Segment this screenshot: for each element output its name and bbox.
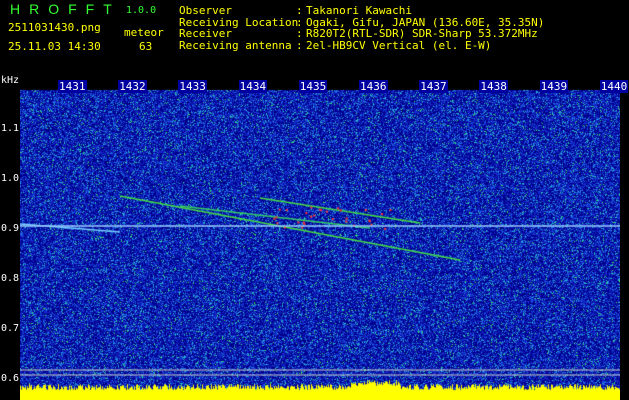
file-name: 2511031430.png	[8, 22, 101, 34]
app-title: HROFFT	[10, 3, 121, 15]
x-tick-label: 1437	[419, 80, 448, 93]
spectrogram-waterfall	[20, 78, 620, 400]
unit-label: kHz	[1, 75, 19, 87]
file-datetime: 25.11.03 14:30	[8, 41, 101, 53]
x-tick-label: 1440	[600, 80, 629, 93]
meteor-label: meteor	[124, 27, 164, 39]
x-tick-label: 1432	[118, 80, 147, 93]
meteor-count: 63	[139, 41, 152, 53]
x-tick-label: 1431	[58, 80, 87, 93]
x-tick-label: 1439	[540, 80, 569, 93]
x-tick-label: 1434	[239, 80, 268, 93]
x-tick-label: 1435	[299, 80, 328, 93]
y-tick-label: 0.6	[1, 373, 19, 384]
y-tick-label: 1.0	[1, 173, 19, 184]
y-tick-label: 1.1	[1, 123, 19, 134]
y-tick-label: 0.8	[1, 273, 19, 284]
info-label: Receiving antenna	[179, 40, 292, 52]
x-tick-label: 1433	[178, 80, 207, 93]
y-tick-label: 0.9	[1, 223, 19, 234]
app-version: 1.0.0	[126, 5, 156, 17]
info-value: 2el-HB9CV Vertical (el. E-W)	[306, 40, 491, 52]
y-tick-label: 0.7	[1, 323, 19, 334]
x-tick-label: 1436	[359, 80, 388, 93]
x-tick-label: 1438	[479, 80, 508, 93]
